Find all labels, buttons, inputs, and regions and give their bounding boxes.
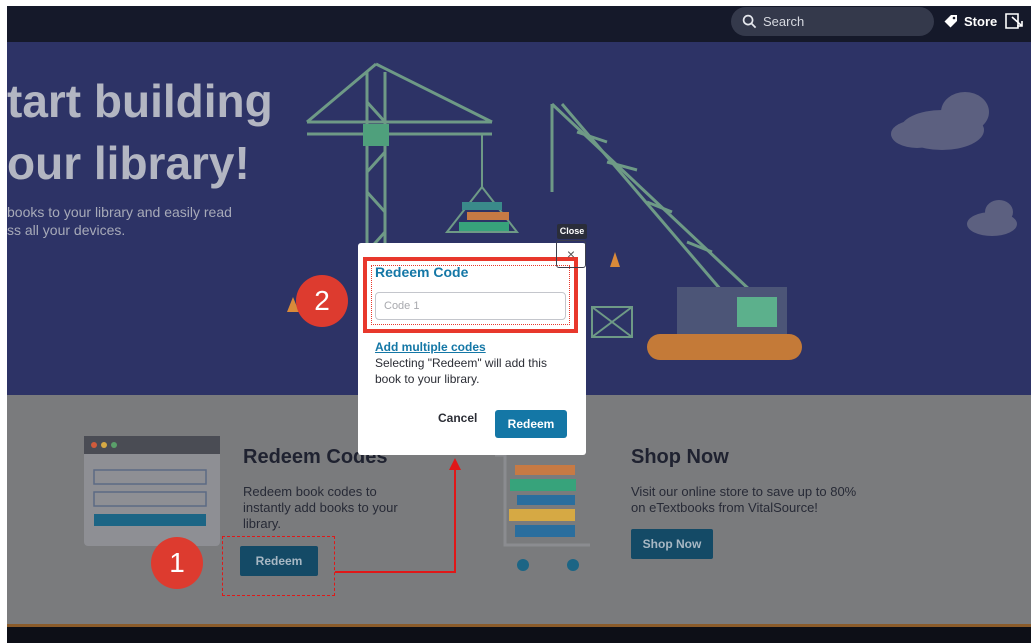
step-badge-2: 2 [296, 275, 348, 327]
close-icon: × [566, 246, 576, 262]
app-window: Search Store tart building our library! … [0, 0, 1031, 643]
cancel-button[interactable]: Cancel [438, 411, 477, 425]
close-tooltip: Close [557, 224, 587, 239]
code-field-highlight [363, 257, 578, 333]
close-button[interactable]: × [556, 240, 586, 268]
redeem-button[interactable]: Redeem [495, 410, 567, 438]
add-multiple-codes-link[interactable]: Add multiple codes [375, 340, 486, 354]
step-badge-1: 1 [151, 537, 203, 589]
dialog-note: Selecting "Redeem" will add this book to… [375, 356, 547, 386]
